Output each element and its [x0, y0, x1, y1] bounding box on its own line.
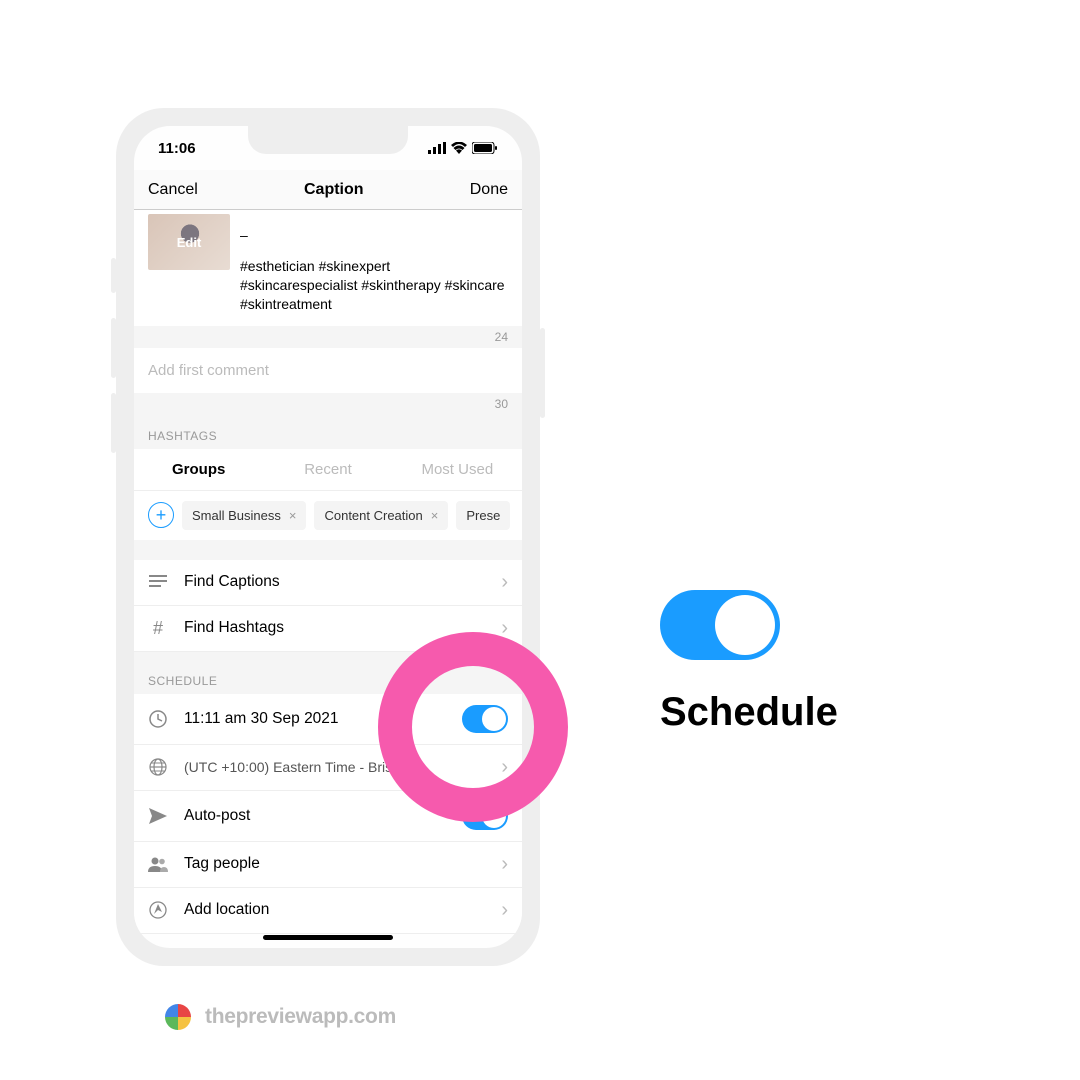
chevron-right-icon: ›	[501, 899, 508, 922]
close-icon[interactable]: ×	[431, 508, 439, 523]
done-button[interactable]: Done	[470, 181, 508, 199]
hash-icon: #	[148, 618, 168, 639]
caption-text[interactable]: – #esthetician #skinexpert #skincarespec…	[240, 214, 508, 314]
close-icon[interactable]: ×	[289, 508, 297, 523]
wifi-icon	[451, 142, 467, 154]
autopost-row[interactable]: Auto-post	[134, 791, 522, 842]
app-logo-icon	[165, 1004, 191, 1030]
side-label: Schedule	[660, 690, 838, 735]
schedule-header: SCHEDULE	[134, 652, 522, 694]
schedule-toggle[interactable]	[462, 705, 508, 733]
find-hashtags-row[interactable]: # Find Hashtags ›	[134, 606, 522, 652]
schedule-time-row[interactable]: 11:11 am 30 Sep 2021	[134, 694, 522, 745]
edit-thumbnail-label: Edit	[177, 235, 202, 250]
caption-count: 24	[134, 326, 522, 348]
comment-count: 30	[134, 393, 522, 415]
chevron-right-icon: ›	[501, 571, 508, 594]
footer-url: thepreviewapp.com	[205, 1005, 396, 1029]
globe-icon	[148, 758, 168, 776]
battery-icon	[472, 142, 498, 154]
cellular-icon	[428, 142, 446, 154]
home-indicator	[263, 935, 393, 940]
send-icon	[148, 808, 168, 824]
location-icon	[148, 901, 168, 919]
chevron-right-icon: ›	[501, 756, 508, 779]
chevron-right-icon: ›	[501, 853, 508, 876]
side-panel: Schedule	[660, 590, 838, 735]
phone-screen: 11:06 Cancel Caption Done Edit – #esthet…	[134, 126, 522, 948]
add-group-button[interactable]: +	[148, 502, 174, 528]
chip-presets[interactable]: Prese	[456, 501, 510, 530]
tab-most-used[interactable]: Most Used	[393, 449, 522, 490]
chip-content-creation[interactable]: Content Creation×	[314, 501, 448, 530]
page-title: Caption	[304, 181, 364, 199]
add-location-row[interactable]: Add location ›	[134, 888, 522, 934]
nav-bar: Cancel Caption Done	[134, 170, 522, 210]
autopost-toggle[interactable]	[462, 802, 508, 830]
timezone-row[interactable]: (UTC +10:00) Eastern Time - Brisbane ›	[134, 745, 522, 791]
tab-groups[interactable]: Groups	[134, 449, 263, 490]
hashtags-header: HASHTAGS	[134, 415, 522, 449]
find-captions-row[interactable]: Find Captions ›	[134, 560, 522, 606]
status-time: 11:06	[158, 140, 196, 157]
caption-area: Edit – #esthetician #skinexpert #skincar…	[134, 210, 522, 326]
footer: thepreviewapp.com	[165, 1004, 396, 1030]
toggle-graphic	[660, 590, 780, 660]
chevron-right-icon: ›	[501, 617, 508, 640]
cancel-button[interactable]: Cancel	[148, 181, 198, 199]
tag-people-row[interactable]: Tag people ›	[134, 842, 522, 888]
post-thumbnail[interactable]: Edit	[148, 214, 230, 270]
notch	[248, 126, 408, 154]
first-comment-input[interactable]: Add first comment	[134, 348, 522, 393]
clock-icon	[148, 710, 168, 728]
tab-recent[interactable]: Recent	[263, 449, 392, 490]
people-icon	[148, 856, 168, 872]
hashtag-groups-row: + Small Business× Content Creation× Pres…	[134, 491, 522, 540]
hashtag-tabs: Groups Recent Most Used	[134, 449, 522, 491]
lines-icon	[148, 575, 168, 589]
phone-frame: 11:06 Cancel Caption Done Edit – #esthet…	[116, 108, 540, 966]
chip-small-business[interactable]: Small Business×	[182, 501, 306, 530]
